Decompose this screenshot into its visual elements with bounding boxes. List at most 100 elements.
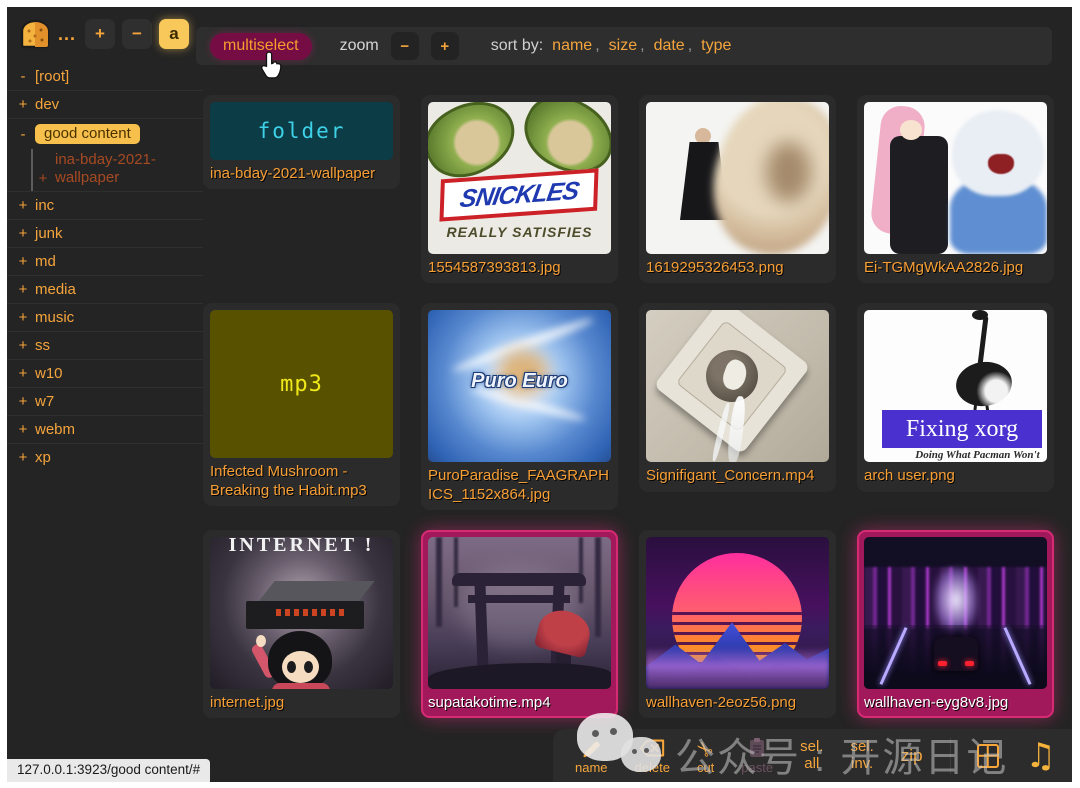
tree-item-w10[interactable]: + w10 bbox=[7, 359, 203, 387]
zoom-label: zoom bbox=[340, 37, 379, 55]
tree-item-junk[interactable]: + junk bbox=[7, 219, 203, 247]
tree-item-inc[interactable]: + inc bbox=[7, 191, 203, 219]
sidebar-header: ... + − a bbox=[7, 7, 203, 55]
paste-button-disabled[interactable]: paste bbox=[741, 737, 773, 774]
snickles-tagline: REALLY SATISFIES bbox=[428, 224, 611, 240]
file-card[interactable]: wallhaven-2eoz56.png bbox=[639, 530, 836, 718]
center-glow bbox=[934, 567, 978, 633]
thumbnail-cyber-car bbox=[864, 537, 1047, 689]
select-invert-button[interactable]: sel. inv. bbox=[850, 739, 873, 771]
select-all-button[interactable]: sel. all bbox=[800, 739, 823, 771]
file-card[interactable]: INTERNET ! internet.jpg bbox=[203, 530, 400, 718]
file-browser-app: ... + − a - [root] + dev - good content … bbox=[7, 7, 1072, 782]
file-name: arch user.png bbox=[864, 467, 1047, 485]
file-card-audio[interactable]: mp3 Infected Mushroom - Breaking the Hab… bbox=[203, 303, 400, 506]
file-card[interactable]: Puro Euro PuroParadise_FAAGRAPHICS_1152x… bbox=[421, 303, 618, 510]
file-card[interactable]: Signifigant_Concern.mp4 bbox=[639, 303, 836, 491]
screenshot-frame: ... + − a - [root] + dev - good content … bbox=[0, 0, 1080, 788]
zoom-out-button[interactable]: − bbox=[391, 32, 419, 60]
tree-item-md[interactable]: + md bbox=[7, 247, 203, 275]
zoom-in-button[interactable]: + bbox=[431, 32, 459, 60]
file-name: PuroParadise_FAAGRAPHICS_1152x864.jpg bbox=[428, 467, 611, 504]
rename-button[interactable]: name bbox=[575, 737, 608, 774]
folder-tile-text: folder bbox=[258, 119, 346, 143]
file-name: Ei-TGMgWkAA2826.jpg bbox=[864, 259, 1047, 277]
clipboard-icon bbox=[749, 737, 765, 758]
tree-item-xp[interactable]: + xp bbox=[7, 443, 203, 471]
file-name: Infected Mushroom - Breaking the Habit.m… bbox=[210, 463, 393, 500]
thumbnail-internet: INTERNET ! bbox=[210, 537, 393, 689]
sort-size-link[interactable]: size bbox=[609, 37, 637, 55]
thumbnail-ceiling-outlet bbox=[646, 310, 829, 462]
a-toggle-button[interactable]: a bbox=[159, 19, 189, 49]
open-mouth bbox=[988, 154, 1014, 174]
girl-eye bbox=[304, 661, 313, 673]
figure-head bbox=[695, 128, 711, 144]
sort-date-link[interactable]: date bbox=[654, 37, 685, 55]
file-name: Signifigant_Concern.mp4 bbox=[646, 467, 829, 485]
cut-button[interactable]: ✂ cut bbox=[697, 737, 714, 774]
girl-hand bbox=[256, 635, 266, 647]
black-dress bbox=[890, 136, 948, 254]
file-card[interactable]: Ei-TGMgWkAA2826.jpg bbox=[857, 95, 1054, 283]
taillight bbox=[965, 661, 974, 666]
tree-narrow-button[interactable]: − bbox=[122, 19, 152, 49]
puro-euro-logo-text: Puro Euro bbox=[428, 370, 611, 393]
thumbnail-snickles: SNICKLES REALLY SATISFIES bbox=[428, 102, 611, 254]
bread-logo-icon[interactable] bbox=[19, 19, 51, 49]
ground bbox=[428, 663, 611, 689]
fixing-xorg-banner: Fixing xorg bbox=[882, 410, 1042, 448]
taillight bbox=[938, 661, 947, 666]
file-name: supatakotime.mp4 bbox=[428, 694, 611, 712]
file-card-selected[interactable]: wallhaven-eyg8v8.jpg bbox=[857, 530, 1054, 718]
thumbnail-arch-user: Fixing xorg Doing What Pacman Won't bbox=[864, 310, 1047, 462]
file-name: ina-bday-2021-wallpaper bbox=[210, 165, 393, 183]
sort-name-link[interactable]: name bbox=[552, 37, 592, 55]
sidebar: ... + − a - [root] + dev - good content … bbox=[7, 7, 203, 782]
pencil-icon bbox=[581, 737, 601, 758]
thumbnail-torii bbox=[428, 537, 611, 689]
top-toolbar: multiselect zoom − + sort by: name , siz… bbox=[196, 27, 1052, 65]
file-name: wallhaven-2eoz56.png bbox=[646, 694, 829, 712]
tree-item-good-content-selected[interactable]: - good content bbox=[7, 118, 203, 149]
file-card-folder[interactable]: folder ina-bday-2021-wallpaper bbox=[203, 95, 400, 189]
breadcrumb-dots[interactable]: ... bbox=[58, 24, 76, 45]
modem-leds bbox=[276, 609, 346, 616]
file-card[interactable]: 1619295326453.png bbox=[639, 95, 836, 283]
thumbnail-anime-pair bbox=[864, 102, 1047, 254]
tree-item-dev[interactable]: + dev bbox=[7, 90, 203, 118]
delete-icon bbox=[639, 737, 665, 758]
file-name: wallhaven-eyg8v8.jpg bbox=[864, 694, 1047, 712]
cat-spot bbox=[766, 142, 811, 202]
selection-action-bar: name delete ✂ cut paste sel. all bbox=[553, 729, 1072, 782]
file-grid: folder ina-bday-2021-wallpaper SNICKLES … bbox=[203, 95, 1054, 718]
file-card-selected[interactable]: supatakotime.mp4 bbox=[421, 530, 618, 718]
girl-eye bbox=[287, 661, 296, 673]
tree-widen-button[interactable]: + bbox=[85, 19, 115, 49]
tree-item-media[interactable]: + media bbox=[7, 275, 203, 303]
delete-button[interactable]: delete bbox=[635, 737, 670, 774]
tree-item-ina-bday-2021-wallpaper[interactable]: + ina-bday-2021-wallpaper bbox=[31, 149, 203, 191]
tree-silhouette bbox=[595, 537, 601, 637]
tree-item-ss[interactable]: + ss bbox=[7, 331, 203, 359]
tree-item-w7[interactable]: + w7 bbox=[7, 387, 203, 415]
browser-status-url: 127.0.0.1:3923/good content/# bbox=[7, 759, 210, 782]
music-note-icon[interactable]: ♫ bbox=[1026, 739, 1056, 773]
sort-type-link[interactable]: type bbox=[701, 37, 731, 55]
scissors-icon: ✂ bbox=[697, 737, 714, 758]
tree-item-root[interactable]: - [root] bbox=[7, 63, 203, 90]
tree-item-music[interactable]: + music bbox=[7, 303, 203, 331]
modem-top bbox=[257, 581, 374, 603]
file-card[interactable]: Fixing xorg Doing What Pacman Won't arch… bbox=[857, 303, 1054, 491]
mp3-tile: mp3 bbox=[210, 310, 393, 458]
zip-button[interactable]: zip bbox=[901, 746, 923, 766]
tree-item-webm[interactable]: + webm bbox=[7, 415, 203, 443]
file-card[interactable]: SNICKLES REALLY SATISFIES 1554587393813.… bbox=[421, 95, 618, 283]
tree-silhouette bbox=[579, 537, 583, 603]
grid-view-icon[interactable] bbox=[977, 744, 998, 768]
file-name: 1619295326453.png bbox=[646, 259, 829, 277]
divider bbox=[950, 738, 951, 774]
tree-silhouette bbox=[454, 537, 458, 607]
purple-fog bbox=[646, 647, 829, 689]
torii-top-beam bbox=[452, 573, 586, 586]
